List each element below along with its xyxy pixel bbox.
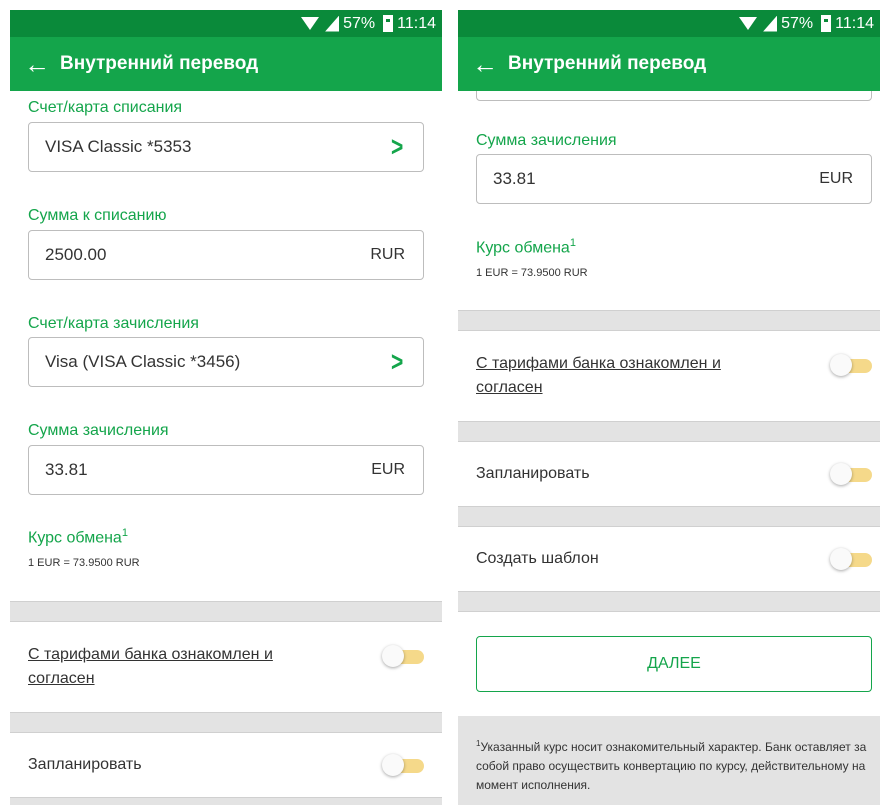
credit-amount-label: Сумма зачисления — [28, 422, 169, 439]
clock: 11:14 — [397, 14, 436, 32]
credit-amount-value: 33.81 — [45, 460, 88, 479]
debit-amount-field[interactable]: 2500.00 RUR — [28, 230, 424, 280]
credit-amount-field[interactable]: 33.81 EUR — [476, 154, 872, 204]
section-divider — [458, 591, 880, 612]
schedule-row: Запланировать — [10, 733, 442, 797]
wifi-icon — [739, 17, 758, 30]
save-template-toggle[interactable] — [830, 548, 872, 570]
debit-amount-value: 2500.00 — [45, 245, 107, 264]
section-divider — [458, 506, 880, 527]
wifi-icon — [301, 17, 320, 30]
debit-account-value: VISA Classic *5353 — [45, 137, 192, 156]
clock: 11:14 — [835, 14, 874, 32]
no-sim-icon — [763, 15, 778, 32]
debit-account-field[interactable]: VISA Classic *5353 > — [28, 122, 424, 172]
credit-amount-label: Сумма зачисления — [476, 132, 617, 149]
schedule-label: Запланировать — [476, 465, 590, 482]
exchange-rate-value: 1 EUR = 73.9500 RUR — [28, 557, 140, 569]
form-content: Сумма зачисления 33.81 EUR Курс обмена1 … — [458, 91, 880, 805]
tariffs-link[interactable]: С тарифами банка ознакомлен и согласен — [28, 643, 273, 691]
save-template-label: Создать шаблон — [476, 550, 599, 567]
next-button[interactable]: ДАЛЕЕ — [476, 636, 872, 692]
credit-currency: EUR — [819, 170, 853, 187]
section-divider — [10, 601, 442, 622]
debit-account-label: Счет/карта списания — [28, 99, 183, 116]
schedule-toggle[interactable] — [830, 463, 872, 485]
schedule-toggle[interactable] — [382, 754, 424, 776]
schedule-label: Запланировать — [28, 756, 142, 773]
page-title: Внутренний перевод — [508, 53, 707, 74]
credit-account-field[interactable] — [476, 91, 872, 101]
battery-icon — [383, 15, 394, 32]
tariffs-toggle[interactable] — [382, 645, 424, 667]
credit-account-label: Счет/карта зачисления — [28, 315, 199, 332]
chevron-right-icon: > — [390, 346, 403, 377]
status-bar: 57% 11:14 — [10, 10, 442, 37]
section-divider — [458, 421, 880, 442]
page-title: Внутренний перевод — [60, 53, 259, 74]
credit-amount-value: 33.81 — [493, 169, 536, 188]
footnote-mark: 1 — [569, 237, 576, 249]
exchange-rate-value: 1 EUR = 73.9500 RUR — [476, 267, 588, 279]
credit-account-value: Visa (VISA Classic *3456) — [45, 352, 241, 371]
debit-currency: RUR — [370, 246, 405, 263]
credit-amount-field[interactable]: 33.81 EUR — [28, 445, 424, 495]
chevron-right-icon: > — [390, 131, 403, 162]
footnote-text: Указанный курс носит ознакомительный хар… — [476, 740, 867, 792]
tariffs-toggle[interactable] — [830, 354, 872, 376]
back-arrow-icon[interactable]: ← — [24, 51, 60, 77]
footnote-mark: 1 — [121, 527, 128, 539]
screen-left: 57% 11:14 ← Внутренний перевод Счет/карт… — [10, 10, 442, 805]
no-sim-icon — [325, 15, 340, 32]
battery-percent: 57% — [781, 14, 814, 32]
app-bar: ← Внутренний перевод — [10, 37, 442, 91]
tariffs-agree-row: С тарифами банка ознакомлен и согласен — [458, 331, 880, 421]
section-divider — [10, 797, 442, 805]
section-divider — [458, 310, 880, 331]
section-divider — [10, 712, 442, 733]
form-content: Счет/карта списания VISA Classic *5353 >… — [10, 91, 442, 805]
battery-icon — [821, 15, 832, 32]
save-template-row: Создать шаблон — [458, 527, 880, 591]
credit-currency: EUR — [371, 461, 405, 478]
exchange-rate-label: Курс обмена1 — [28, 527, 128, 547]
rate-footnote: 1Указанный курс носит ознакомительный ха… — [458, 716, 880, 805]
credit-account-field[interactable]: Visa (VISA Classic *3456) > — [28, 337, 424, 387]
debit-amount-label: Сумма к списанию — [28, 207, 167, 224]
app-bar: ← Внутренний перевод — [458, 37, 880, 91]
screen-right: 57% 11:14 ← Внутренний перевод Сумма зач… — [458, 10, 880, 805]
back-arrow-icon[interactable]: ← — [472, 51, 508, 77]
status-bar: 57% 11:14 — [458, 10, 880, 37]
tariffs-agree-row: С тарифами банка ознакомлен и согласен — [10, 622, 442, 712]
schedule-row: Запланировать — [458, 442, 880, 506]
exchange-rate-label: Курс обмена1 — [476, 237, 576, 257]
battery-percent: 57% — [343, 14, 376, 32]
tariffs-link[interactable]: С тарифами банка ознакомлен и согласен — [476, 352, 721, 400]
